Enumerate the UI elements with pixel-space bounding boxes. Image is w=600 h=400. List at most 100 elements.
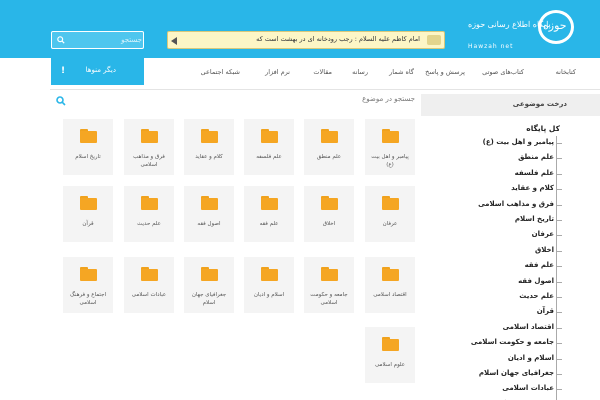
topic-tile[interactable]: عبادات اسلامی [124,257,174,313]
tree-item[interactable]: فرق و مذاهب اسلامی [478,200,554,208]
news-ticker[interactable]: امام کاظم علیه السلام : رجب رودخانه ای د… [167,31,445,49]
folder-icon [382,129,399,143]
tree-item[interactable]: علم منطق [518,153,554,161]
tree-item[interactable]: عرفان [532,230,554,238]
tree-branch [556,343,562,345]
topic-tile-label: عبادات اسلامی [131,292,167,298]
nav-divider [50,89,600,90]
nav-item-qa[interactable]: پرسش و پاسخ [425,68,465,76]
folder-icon [261,267,278,281]
tree-item[interactable]: علم حدیث [519,292,554,300]
topic-tile-label: عرفان [382,221,398,227]
topic-tile-label: اقتصاد اسلامی [373,292,407,298]
topic-tile-label: قرآن [82,221,94,227]
topic-tile-label: اسلام و ادیان [253,292,285,298]
topic-tile-label: فرق و مذاهب اسلامی [133,154,165,168]
tree-branch [556,235,562,237]
sidebar-title: درخت موضوعی [512,100,567,108]
header-search-input[interactable] [70,33,142,47]
topic-tile[interactable]: علوم اسلامی [365,327,415,383]
topic-tile[interactable]: جغرافیای جهان اسلام [184,257,234,313]
topic-tile-label: اخلاق [322,221,336,227]
nav-item-library[interactable]: کتابخانه [556,68,576,76]
topic-tile-label: پیامبر و اهل بیت (ع) [371,154,409,168]
ticker-prev-icon[interactable] [171,37,177,45]
nav-item-articles[interactable]: مقالات [313,68,332,76]
folder-icon [80,267,97,281]
topic-tile-label: علوم اسلامی [374,362,406,368]
topic-search-label[interactable]: جستجو در موضوع [362,95,415,103]
topic-tile[interactable]: عرفان [365,186,415,242]
topic-tile[interactable]: فرق و مذاهب اسلامی [124,119,174,175]
nav-item-software[interactable]: نرم افزار [265,68,290,76]
topic-tile[interactable]: اصول فقه [184,186,234,242]
tree-branch [556,358,562,360]
logo-main: حوزه [543,19,567,32]
nav-item-audio-books[interactable]: کتاب‌های صوتی [482,68,524,76]
topic-tile[interactable]: تاریخ اسلام [63,119,113,175]
topic-tile[interactable]: قرآن [63,186,113,242]
topic-tile[interactable]: کلام و عقاید [184,119,234,175]
topic-tile[interactable]: اخلاق [304,186,354,242]
site-logo[interactable]: پایگاه اطلاع رسانی حوزه Hawzah net حوزه [466,6,576,56]
tree-item[interactable]: علم فلسفه [515,169,554,177]
topic-tile-label: جامعه و حکومت اسلامی [310,292,348,306]
folder-icon [141,129,158,143]
folder-icon [261,129,278,143]
topic-tile[interactable]: علم فقه [244,186,294,242]
tree-item[interactable]: اصول فقه [518,277,554,285]
topic-tile[interactable]: پیامبر و اهل بیت (ع) [365,119,415,175]
folder-icon [321,196,338,210]
topic-tile[interactable]: اجتماع و فرهنگ اسلامی [63,257,113,313]
topic-tile[interactable]: اسلام و ادیان [244,257,294,313]
tree-item[interactable]: علم فقه [525,261,554,269]
more-menu-label: دیگر منوها [85,66,116,74]
header-search-box[interactable] [51,31,144,49]
tree-item[interactable]: تاریخ اسلام [515,215,554,223]
tree-branch [556,189,562,191]
tree-item[interactable]: جغرافیای جهان اسلام [479,369,554,377]
topic-tile[interactable]: علم حدیث [124,186,174,242]
tree-item[interactable]: عبادات اسلامی [502,384,554,392]
nav-item-social[interactable]: شبکه اجتماعی [201,68,240,76]
nav-item-media[interactable]: رسانه [352,68,368,76]
site-header: امام کاظم علیه السلام : رجب رودخانه ای د… [0,0,600,58]
topic-tile[interactable]: علم فلسفه [244,119,294,175]
topic-tile-label: علم منطق [316,154,342,160]
tree-item[interactable]: اخلاق [535,246,554,254]
topic-tile-label: تاریخ اسلام [75,154,101,160]
tree-branch [556,312,562,314]
topic-tile[interactable]: جامعه و حکومت اسلامی [304,257,354,313]
sidebar-header: درخت موضوعی [421,94,600,116]
tree-item[interactable]: پیامبر و اهل بیت (ع) [483,138,554,146]
logo-mark-icon: حوزه [538,10,574,44]
tree-root[interactable]: کل پایگاه [526,124,560,133]
topic-search[interactable]: جستجو در موضوع [51,94,415,108]
tree-branch [556,389,562,391]
topic-tile[interactable]: اقتصاد اسلامی [365,257,415,313]
nav-item-timeline[interactable]: گاه شمار [389,68,414,76]
topic-tile-label: اجتماع و فرهنگ اسلامی [69,292,107,306]
topic-tile-label: اصول فقه [197,221,221,227]
topic-tile[interactable]: علم منطق [304,119,354,175]
ticker-text[interactable]: امام کاظم علیه السلام : رجب رودخانه ای د… [256,35,420,43]
tree-branch [556,173,562,175]
tree-item[interactable]: کلام و عقاید [511,184,554,192]
tree-item[interactable]: اسلام و ادیان [508,354,554,362]
folder-icon [80,129,97,143]
topic-tile-label: جغرافیای جهان اسلام [191,292,227,306]
search-icon[interactable] [56,96,66,106]
more-menus-button[interactable]: ! دیگر منوها [51,58,144,85]
tree-item[interactable]: اقتصاد اسلامی [503,323,554,331]
search-icon[interactable] [57,36,65,44]
folder-icon [321,267,338,281]
tree-branch [556,250,562,252]
tree-branch [556,281,562,283]
tree-item[interactable]: قرآن [537,307,554,315]
tree-branch [556,220,562,221]
folder-icon [382,196,399,210]
folder-icon [201,129,218,143]
ticker-badge-icon [427,35,441,45]
tree-item[interactable]: جامعه و حکومت اسلامی [471,338,554,346]
tree-branch [556,374,562,375]
